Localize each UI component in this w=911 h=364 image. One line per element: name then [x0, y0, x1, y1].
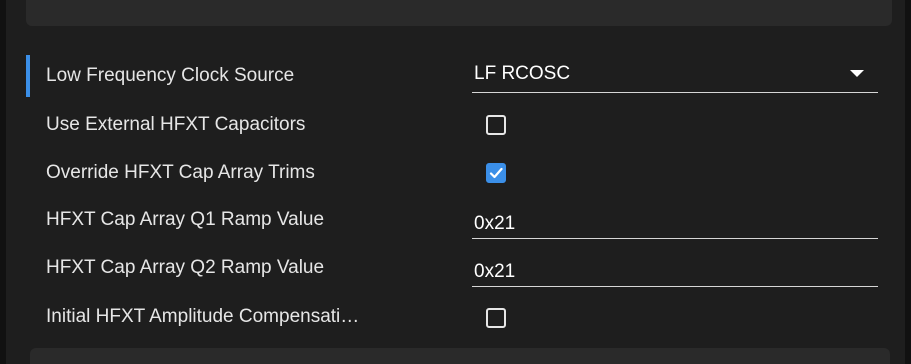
setting-label: HFXT Cap Array Q1 Ramp Value: [46, 209, 325, 230]
input-value: 0x21: [474, 213, 516, 234]
setting-row-use-external-hfxt-caps: Use External HFXT Capacitors: [0, 112, 911, 152]
setting-label: Initial HFXT Amplitude Compensati…: [46, 306, 360, 327]
settings-panel: Low Frequency Clock Source LF RCOSC Use …: [0, 0, 911, 364]
setting-row-lf-clock-source: Low Frequency Clock Source LF RCOSC: [0, 62, 911, 102]
setting-row-override-hfxt-trims: Override HFXT Cap Array Trims: [0, 160, 911, 200]
dropdown-value: LF RCOSC: [474, 63, 571, 84]
setting-row-initial-hfxt-amp-comp: Initial HFXT Amplitude Compensati…: [0, 304, 911, 344]
chevron-down-icon[interactable]: [850, 70, 864, 77]
previous-section-card: [26, 0, 892, 26]
use-external-hfxt-caps-checkbox[interactable]: [486, 115, 506, 135]
input-value: 0x21: [474, 261, 516, 282]
setting-label: Low Frequency Clock Source: [46, 65, 295, 86]
q1-ramp-value-input[interactable]: 0x21: [472, 207, 878, 239]
q2-ramp-value-input[interactable]: 0x21: [472, 255, 878, 287]
setting-row-q1-ramp: HFXT Cap Array Q1 Ramp Value 0x21: [0, 207, 911, 247]
setting-label: HFXT Cap Array Q2 Ramp Value: [46, 257, 325, 278]
setting-label: Override HFXT Cap Array Trims: [46, 162, 315, 183]
next-section-card: [30, 348, 890, 364]
override-hfxt-trims-checkbox[interactable]: [486, 163, 506, 183]
setting-row-q2-ramp: HFXT Cap Array Q2 Ramp Value 0x21: [0, 255, 911, 295]
checkmark-icon: [489, 167, 503, 179]
setting-label: Use External HFXT Capacitors: [46, 114, 306, 135]
initial-hfxt-amp-comp-checkbox[interactable]: [486, 308, 506, 328]
lf-clock-source-dropdown[interactable]: LF RCOSC: [472, 60, 878, 93]
